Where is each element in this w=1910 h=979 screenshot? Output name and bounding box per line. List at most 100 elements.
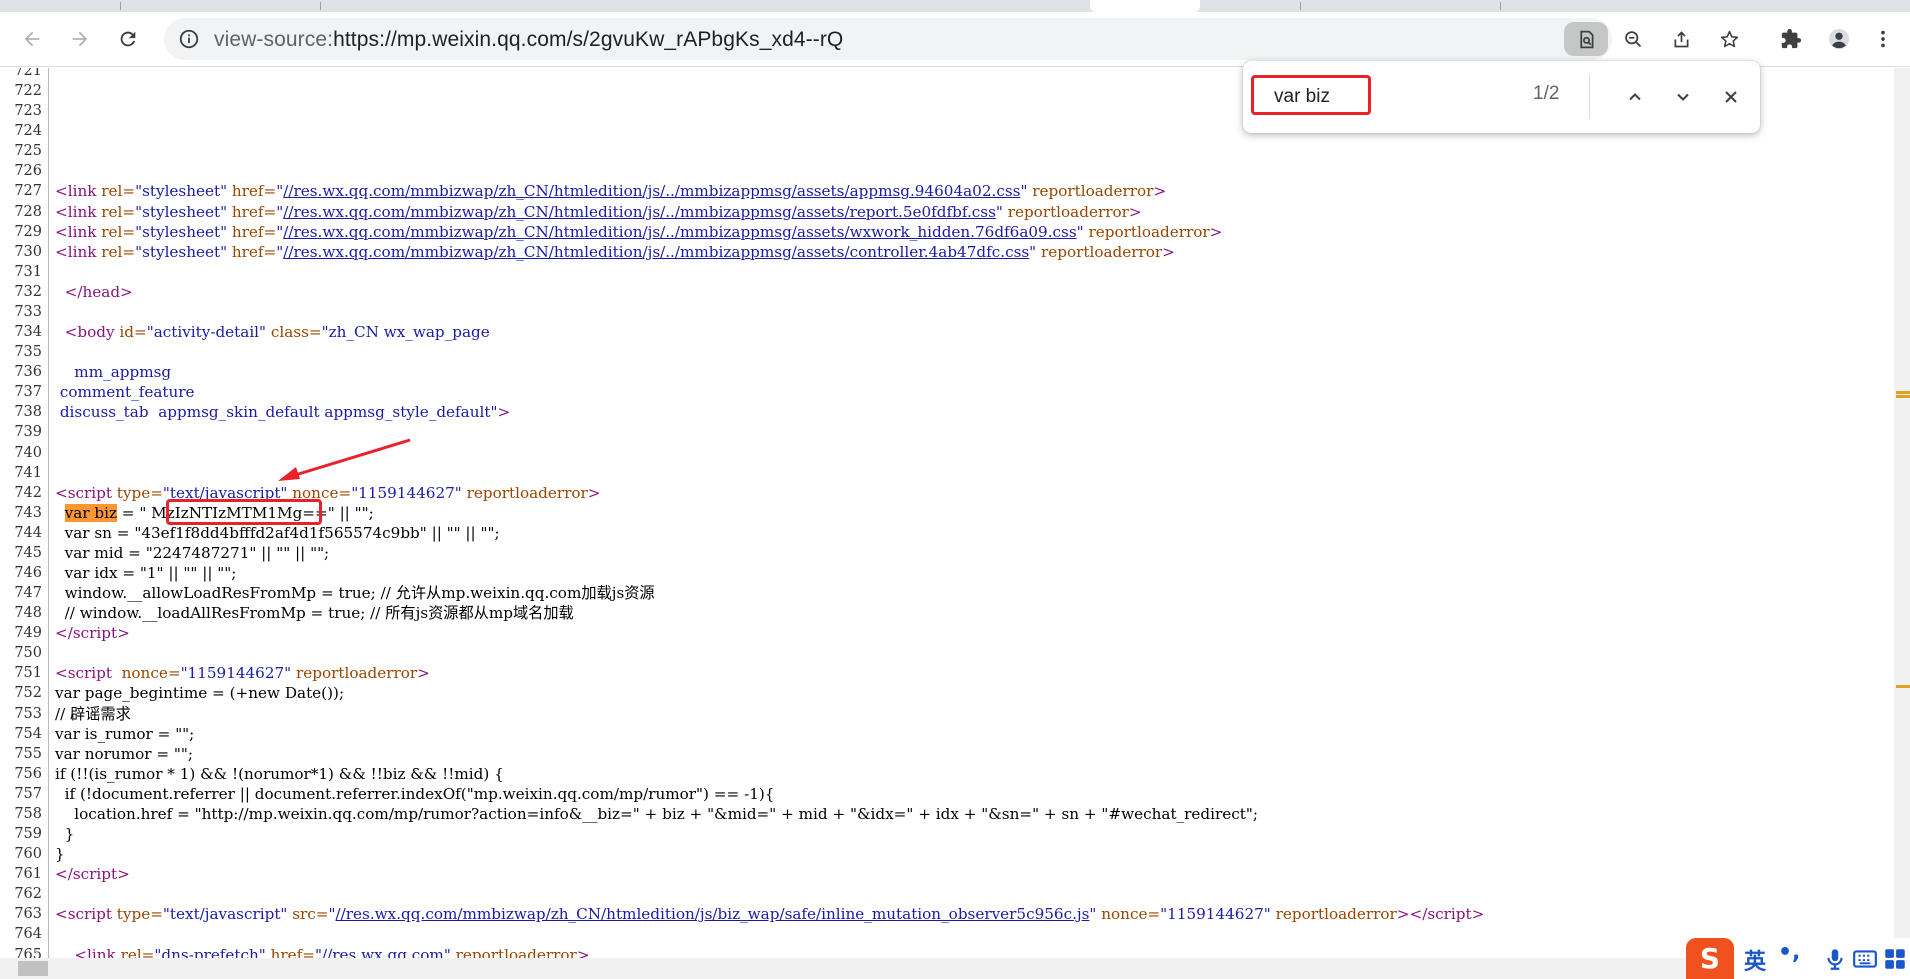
source-line: 762 [0, 884, 1894, 904]
url-prefix: view-source: [214, 28, 334, 51]
source-line: 753 // 辟谣需求 [0, 704, 1894, 724]
source-line: 756 if (!!(is_rumor * 1) && !(norumor*1) … [0, 764, 1894, 784]
line-code: var sn = "43ef1f8dd4bfffd2af4d1f565574c9… [55, 523, 500, 542]
line-code: location.href = "http://mp.weixin.qq.com… [55, 804, 1258, 823]
ime-punctuation-toggle[interactable]: •, [1778, 940, 1800, 965]
line-number: 744 [14, 524, 42, 541]
line-number: 743 [14, 504, 42, 521]
find-match-marker [1896, 685, 1910, 688]
line-code: <link rel="dns-prefetch" href="//res.wx.… [74, 945, 590, 958]
browser-menu-button[interactable] [1868, 20, 1898, 58]
line-code: comment_feature [55, 383, 195, 402]
line-number: 732 [14, 283, 42, 300]
line-number: 751 [14, 665, 42, 682]
back-button[interactable] [13, 20, 51, 58]
line-code: <script type="text/javascript" nonce="11… [55, 483, 601, 502]
tab-strip [0, 0, 1910, 12]
line-code: mm_appmsg [55, 363, 172, 382]
line-code: <link rel="stylesheet" href="//res.wx.qq… [55, 182, 1167, 201]
microphone-icon[interactable] [1822, 946, 1848, 972]
source-line: 752 var page_begintime = (+new Date()); [0, 683, 1894, 703]
horizontal-scrollbar[interactable] [0, 958, 1910, 979]
line-code: window.__allowLoadResFromMp = true; // 允… [55, 584, 655, 603]
find-match-marker [1896, 391, 1910, 394]
line-number: 736 [14, 364, 42, 381]
browser-toolbar: view-source:https://mp.weixin.qq.com/s/2… [0, 12, 1910, 67]
source-line: 761 </script> [0, 864, 1894, 884]
active-tab[interactable] [1090, 0, 1200, 12]
line-code: </script> [55, 865, 130, 884]
line-number: 755 [14, 745, 42, 762]
source-line: 754 var is_rumor = ""; [0, 724, 1894, 744]
line-number: 731 [14, 263, 42, 280]
source-line: 729 <link rel="stylesheet" href="//res.wx… [0, 222, 1894, 242]
find-page-icon [1579, 30, 1593, 48]
line-number: 745 [14, 544, 42, 561]
line-number: 752 [14, 685, 42, 702]
line-number: 757 [14, 785, 42, 802]
source-line: 758 location.href = "http://mp.weixin.qq… [0, 804, 1894, 824]
line-code: } [55, 845, 65, 864]
kebab-menu-icon [1881, 30, 1885, 48]
source-line: 760} [0, 844, 1894, 864]
find-next-button[interactable] [1663, 77, 1703, 117]
bookmark-button[interactable] [1712, 22, 1746, 56]
horizontal-scroll-thumb[interactable] [18, 961, 48, 976]
line-code: </head> [64, 282, 133, 301]
source-line: 738 discuss_tab appmsg_skin_default appm… [0, 402, 1894, 422]
line-number: 740 [14, 444, 42, 461]
source-line: 764 [0, 924, 1894, 944]
source-line: 730 <link rel="stylesheet" href="//res.wx… [0, 242, 1894, 262]
line-number: 763 [14, 906, 42, 923]
find-previous-button[interactable] [1615, 77, 1655, 117]
line-number: 721 [14, 68, 42, 79]
line-number: 749 [14, 625, 42, 642]
line-code: var mid = "2247487271" || "" || ""; [55, 543, 330, 562]
share-button[interactable] [1664, 22, 1698, 56]
line-code: var is_rumor = ""; [55, 724, 195, 743]
ime-language-toggle[interactable]: 英 [1744, 944, 1766, 976]
find-match-marker [1896, 395, 1910, 398]
line-code: // 辟谣需求 [55, 704, 131, 723]
line-number: 765 [14, 946, 42, 958]
address-bar[interactable]: view-source:https://mp.weixin.qq.com/s/2… [164, 18, 1738, 60]
line-code: <link rel="stylesheet" href="//res.wx.qq… [55, 202, 1142, 221]
line-number: 761 [14, 866, 42, 883]
zoom-button[interactable] [1616, 22, 1650, 56]
source-line: 737 comment_feature [0, 382, 1894, 402]
keyboard-icon[interactable] [1852, 946, 1878, 972]
source-line: 746 var idx = "1" || "" || ""; [0, 563, 1894, 583]
source-line: 735 [0, 342, 1894, 362]
reload-icon [120, 31, 136, 47]
grid-menu-icon[interactable] [1882, 946, 1908, 972]
line-number: 733 [14, 303, 42, 320]
site-info-icon[interactable] [178, 28, 200, 50]
source-line: 750 [0, 643, 1894, 663]
sogou-logo[interactable]: S [1686, 938, 1734, 979]
line-number: 750 [14, 645, 42, 662]
line-number: 747 [14, 585, 42, 602]
line-code: </script> [55, 624, 130, 643]
line-number: 722 [14, 83, 42, 100]
extensions-button[interactable] [1772, 20, 1810, 58]
find-in-page-button[interactable] [1564, 22, 1608, 56]
forward-button[interactable] [61, 20, 99, 58]
vertical-scrollbar[interactable] [1894, 68, 1910, 958]
profile-button[interactable] [1820, 20, 1858, 58]
tab-separator [320, 2, 321, 10]
line-number: 760 [14, 846, 42, 863]
source-line: 731 [0, 262, 1894, 282]
find-close-button[interactable] [1711, 77, 1751, 117]
source-line: 749 </script> [0, 623, 1894, 643]
ime-toolbar: S 英 •, [1686, 938, 1910, 979]
line-code: <link rel="stylesheet" href="//res.wx.qq… [55, 222, 1223, 241]
chevron-up-icon [1629, 93, 1641, 101]
find-bar-divider [1589, 75, 1590, 119]
source-line: 757 if (!document.referrer || document.r… [0, 784, 1894, 804]
reload-button[interactable] [109, 20, 147, 58]
line-number: 730 [14, 243, 42, 260]
source-line: 751 <script nonce="1159144627" reportload… [0, 663, 1894, 683]
source-line: 732 </head> [0, 282, 1894, 302]
line-code: if (!document.referrer || document.refer… [55, 784, 775, 803]
share-icon [1674, 30, 1688, 47]
